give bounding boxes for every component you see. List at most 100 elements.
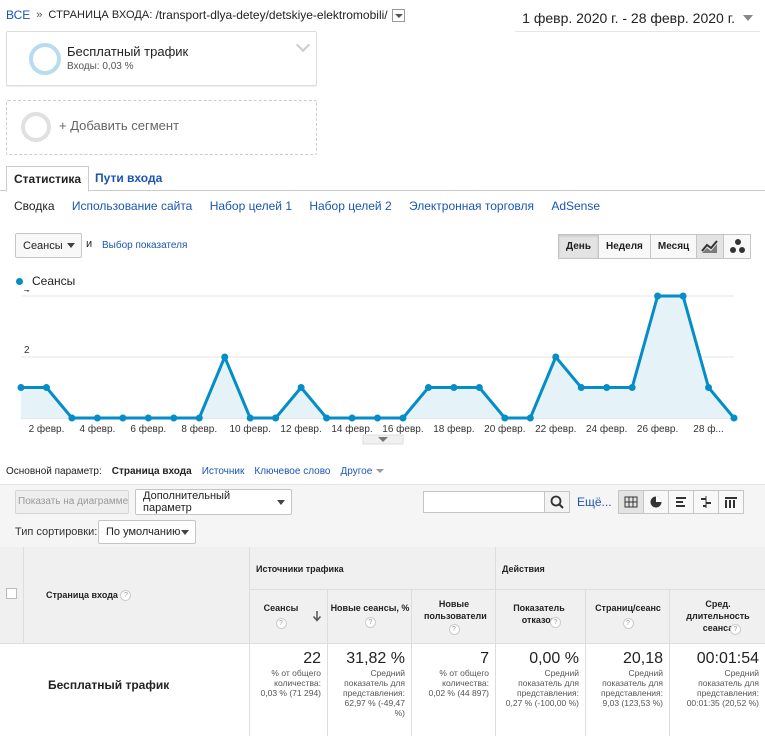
subtab-ecommerce[interactable]: Электронная торговля [409,199,534,213]
primary-dimension-row: Основной параметр: Страница входа Источн… [6,466,394,477]
period-month-button[interactable]: Месяц [649,234,698,259]
data-point [195,414,203,422]
comparison-icon [701,496,711,508]
tab-statistics[interactable]: Статистика [6,166,90,192]
cell-new-sessions: 31,82 % Средний показатель для представл… [328,644,412,736]
y-tick-label: 4 [24,290,30,295]
dimension-keyword[interactable]: Ключевое слово [254,466,330,477]
report-tabs: Статистика Пути входа [0,166,765,192]
col-header-pages-per-session[interactable]: Страниц/сеанс ? [586,590,670,644]
date-range[interactable]: 1 февр. 2020 г. - 28 февр. 2020 г. [522,10,753,26]
col-header-pages-per-session-label: Страниц/сеанс [595,603,661,613]
col-header-avg-duration-label: Сред. длительность сеанса [686,599,750,633]
search-button[interactable] [544,491,570,513]
view-performance-button[interactable] [668,490,694,514]
pie-icon [650,496,662,508]
metric-select-value: Сеансы [23,239,63,252]
cell-bounce-rate: 0,00 % Средний показатель для представле… [496,644,586,736]
cell-new-sessions-value: 31,82 % [346,650,405,667]
col-header-new-users[interactable]: Новые пользователи ? [412,590,496,644]
subtab-site-usage[interactable]: Использование сайта [72,199,193,213]
add-segment-button[interactable]: + Добавить сегмент [6,100,317,155]
data-point [374,414,381,422]
data-point [42,384,50,391]
dimension-header[interactable]: Страница входа ? [24,547,250,644]
view-pie-button[interactable] [643,490,669,514]
dimension-source[interactable]: Источник [202,466,245,477]
data-point [297,384,305,391]
cell-new-users-value: 7 [480,650,489,667]
data-point [221,353,229,361]
choose-metric-link[interactable]: Выбор показателя [102,240,187,251]
breadcrumb-all-link[interactable]: ВСЕ [6,8,30,22]
group-header-traffic-label: Источники трафика [256,564,344,574]
data-point [170,414,178,422]
plot-rows-button[interactable]: Показать на диаграмме [15,490,129,514]
help-icon: ? [120,590,132,602]
segment-card[interactable]: Бесплатный трафик Входы: 0,03 % [6,31,317,86]
cell-new-users: 7 % от общего количества: 0,02 % (44 897… [412,644,496,736]
period-week-button[interactable]: Неделя [598,234,651,259]
primary-dimension-label: Основной параметр: [6,466,102,477]
data-point [272,414,280,422]
table-view-toggle [618,490,744,514]
motion-chart-button[interactable] [723,234,751,259]
col-header-bounce-rate[interactable]: Показатель отказов ? [496,590,586,644]
dimension-landing-page[interactable]: Страница входа [112,466,192,477]
data-point [323,414,331,422]
bar-list-icon [676,497,686,507]
metric-select[interactable]: Сеансы [15,233,82,258]
x-tick-label: 16 февр. [382,423,423,435]
view-data-button[interactable] [618,490,644,514]
tab-entry-paths[interactable]: Пути входа [88,166,169,191]
y-tick-label: 2 [24,345,30,356]
secondary-dimension-select[interactable]: Дополнительный параметр [135,489,292,515]
data-point [68,414,76,422]
view-pivot-button[interactable] [718,490,744,514]
col-header-new-sessions-label: Новые сеансы, % [330,603,410,613]
breadcrumb-path: /transport-dlya-detey/detskiye-elektromo… [155,8,388,22]
data-point [654,292,662,300]
data-point [93,414,101,422]
subtab-goal-set-1[interactable]: Набор целей 1 [210,199,292,213]
group-header-traffic: Источники трафика [250,547,496,590]
caret-down-icon [743,15,753,26]
data-point [450,384,458,391]
explorer-subtabs: Сводка Использование сайта Набор целей 1… [14,199,614,213]
subtab-summary[interactable]: Сводка [14,199,55,213]
dimension-other-dropdown[interactable]: Другое [340,466,384,477]
data-point [144,414,152,422]
x-tick-label: 10 февр. [230,423,271,435]
data-point [348,414,356,422]
advanced-search-link[interactable]: Ещё... [577,495,612,509]
line-chart-button[interactable] [696,234,724,259]
col-header-new-sessions[interactable]: Новые сеансы, % ? [328,590,412,644]
and-label: и [86,238,93,250]
cell-bounce-rate-value: 0,00 % [529,650,579,667]
table-search-input[interactable] [423,491,545,513]
x-tick-label: 20 февр. [484,423,525,435]
date-range-text: 1 февр. 2020 г. - 28 февр. 2020 г. [522,10,735,26]
col-header-sessions[interactable]: Сеансы ? [250,590,328,644]
table-row: Бесплатный трафик [0,644,250,736]
help-icon: ? [365,617,376,628]
col-header-avg-duration[interactable]: Сред. длительность сеанса ? [670,590,765,644]
sort-type-select[interactable]: По умолчанию [98,520,196,544]
secondary-dimension-label: Дополнительный параметр [143,490,231,514]
subtab-goal-set-2[interactable]: Набор целей 2 [309,199,391,213]
caret-down-icon [277,499,285,509]
x-tick-label: 28 ф... [693,423,723,435]
period-day-button[interactable]: День [558,234,599,259]
cell-pages-per-session-sub: Средний показатель для представления: 9,… [600,668,663,708]
view-comparison-button[interactable] [693,490,719,514]
subtab-adsense[interactable]: AdSense [551,199,600,213]
group-header-actions-label: Действия [502,564,545,574]
grid-icon [624,496,638,508]
segment-sub: Входы: 0,03 % [67,61,134,72]
help-icon: ? [550,617,561,628]
select-all-checkbox[interactable] [6,588,17,599]
x-tick-label: 6 февр. [130,423,166,435]
data-point [246,414,254,422]
breadcrumb-dropdown-icon[interactable] [391,8,405,22]
chevron-down-icon[interactable] [295,37,311,53]
